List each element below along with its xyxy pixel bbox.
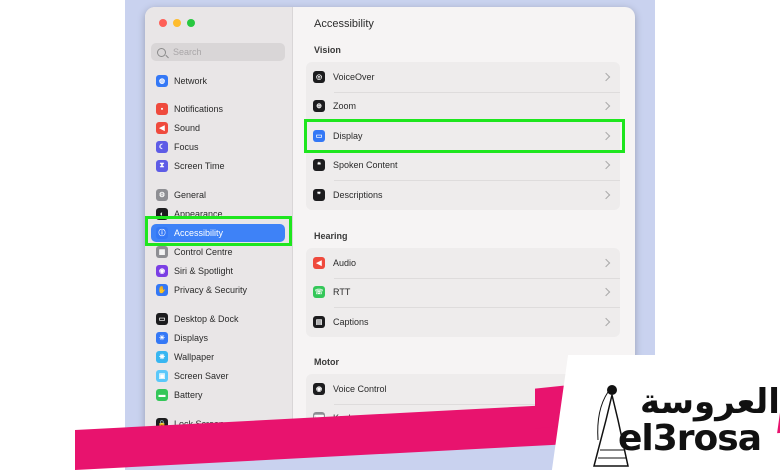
voiceover-icon: ◎ xyxy=(313,70,325,83)
zoom-button[interactable] xyxy=(187,19,195,27)
sidebar-item-label: Screen Time xyxy=(174,161,225,171)
hand-icon: ✋ xyxy=(156,284,168,296)
wallpaper-icon: ❋ xyxy=(156,351,168,363)
dock-icon: ▭ xyxy=(156,313,168,325)
sidebar-item-notifications[interactable]: ▪ Notifications xyxy=(151,100,285,118)
settings-row-rtt[interactable]: ☏ RTT xyxy=(306,278,620,307)
settings-row-label: VoiceOver xyxy=(333,71,375,82)
minimize-button[interactable] xyxy=(173,19,181,27)
control-centre-icon: ▦ xyxy=(156,246,168,258)
sidebar-item-label: Notifications xyxy=(174,104,224,114)
highlight-display xyxy=(304,119,625,153)
settings-row-label: RTT xyxy=(333,287,351,297)
sidebar-item-network[interactable]: ◍ Network xyxy=(151,72,285,90)
watermark-latin: el3rosa xyxy=(618,418,762,459)
highlight-accessibility xyxy=(145,216,292,246)
settings-row-label: Descriptions xyxy=(333,189,383,200)
settings-row-zoom[interactable]: ⊕ Zoom xyxy=(306,92,620,121)
search-input[interactable]: Search xyxy=(151,43,285,61)
sidebar-item-label: Focus xyxy=(174,142,199,152)
close-button[interactable] xyxy=(159,19,167,27)
settings-row-label: Spoken Content xyxy=(333,160,398,170)
sidebar-item-privacy-security[interactable]: ✋ Privacy & Security xyxy=(151,281,285,299)
settings-row-audio[interactable]: ◀ Audio xyxy=(306,248,620,277)
sidebar-item-label: Control Centre xyxy=(174,247,233,257)
sidebar-item-screen-time[interactable]: ⧗ Screen Time xyxy=(151,157,285,175)
section-group-hearing: ◀ Audio ☏ RTT ▤ Captions xyxy=(306,248,620,337)
sidebar-item-wallpaper[interactable]: ❋ Wallpaper xyxy=(151,348,285,366)
chevron-right-icon xyxy=(601,101,611,111)
chevron-right-icon xyxy=(601,317,611,326)
sidebar-item-label: Network xyxy=(174,76,208,86)
sidebar-item-label: Sound xyxy=(174,123,201,133)
bell-icon: ▪ xyxy=(156,103,168,115)
gear-icon: ⚙ xyxy=(156,189,168,201)
sidebar-item-general[interactable]: ⚙ General xyxy=(151,186,285,204)
chevron-right-icon xyxy=(601,258,611,267)
chevron-right-icon xyxy=(601,287,611,297)
settings-row-label: Zoom xyxy=(333,101,357,111)
siri-icon: ◉ xyxy=(156,265,168,277)
watermark-arabic: العروسة xyxy=(640,382,780,422)
section-title-hearing: Hearing xyxy=(314,231,348,241)
settings-row-label: Audio xyxy=(333,257,357,268)
sidebar-item-label: Desktop & Dock xyxy=(174,314,239,324)
zoom-icon: ⊕ xyxy=(313,100,325,112)
globe-icon: ◍ xyxy=(156,75,168,87)
sidebar-item-focus[interactable]: ☾ Focus xyxy=(151,138,285,156)
spoken-content-icon: ❝ xyxy=(313,159,325,171)
sidebar-item-sound[interactable]: ◀ Sound xyxy=(151,119,285,137)
sidebar-item-desktop-dock[interactable]: ▭ Desktop & Dock xyxy=(151,310,285,328)
window-controls xyxy=(159,19,195,27)
settings-row-captions[interactable]: ▤ Captions xyxy=(306,307,620,336)
sidebar-item-label: Privacy & Security xyxy=(174,285,248,295)
speaker-icon: ◀ xyxy=(156,122,168,134)
chevron-right-icon xyxy=(601,72,611,81)
sidebar-item-label: General xyxy=(174,190,207,200)
sidebar-item-siri-spotlight[interactable]: ◉ Siri & Spotlight xyxy=(151,262,285,280)
sidebar-item-displays[interactable]: ☀ Displays xyxy=(151,329,285,347)
search-placeholder: Search xyxy=(173,47,202,57)
sun-icon: ☀ xyxy=(156,332,168,344)
settings-row-label: Captions xyxy=(333,316,369,327)
audio-icon: ◀ xyxy=(313,256,325,269)
rtt-icon: ☏ xyxy=(313,286,325,298)
section-title-vision: Vision xyxy=(314,45,341,55)
page-title: Accessibility xyxy=(314,18,374,30)
search-icon xyxy=(157,47,166,57)
settings-row-descriptions[interactable]: ❞ Descriptions xyxy=(306,180,620,209)
hourglass-icon: ⧗ xyxy=(156,160,168,172)
section-title-motor: Motor xyxy=(314,357,339,367)
settings-row-spoken-content[interactable]: ❝ Spoken Content xyxy=(306,151,620,180)
descriptions-icon: ❞ xyxy=(313,188,325,201)
chevron-right-icon xyxy=(601,190,611,199)
captions-icon: ▤ xyxy=(313,315,325,328)
moon-icon: ☾ xyxy=(156,141,168,153)
chevron-right-icon xyxy=(601,160,611,170)
sidebar-item-label: Siri & Spotlight xyxy=(174,266,234,276)
settings-row-voiceover[interactable]: ◎ VoiceOver xyxy=(306,62,620,91)
sidebar-item-label: Wallpaper xyxy=(174,352,215,362)
sidebar-item-label: Displays xyxy=(174,333,209,343)
